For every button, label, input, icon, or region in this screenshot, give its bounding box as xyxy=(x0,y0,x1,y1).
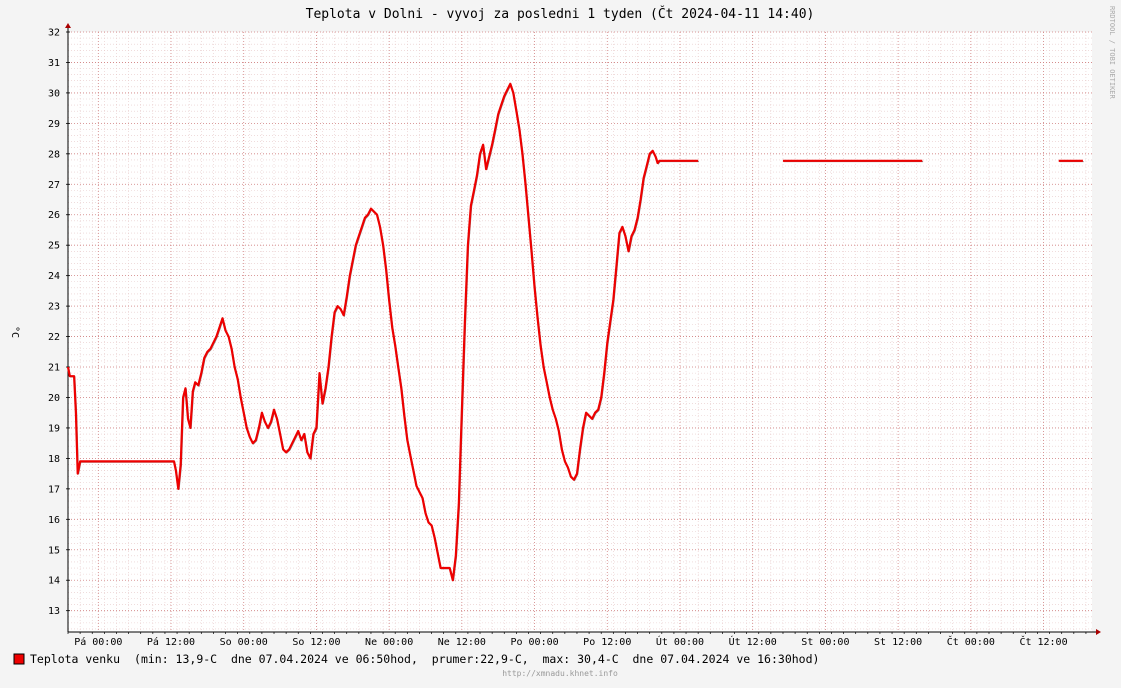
y-tick-label: 31 xyxy=(48,58,60,69)
y-tick-label: 29 xyxy=(48,119,60,130)
chart-title: Teplota v Dolni - vyvoj za posledni 1 ty… xyxy=(306,6,815,22)
y-tick-label: 32 xyxy=(48,28,60,39)
y-tick-label: 20 xyxy=(48,393,60,404)
y-tick-label: 27 xyxy=(48,180,60,191)
y-tick-label: 24 xyxy=(48,271,60,282)
x-tick-label: So 12:00 xyxy=(292,637,340,648)
x-tick-label: Po 00:00 xyxy=(510,637,558,648)
x-tick-label: Čt 00:00 xyxy=(947,635,995,648)
x-tick-label: So 00:00 xyxy=(220,637,268,648)
x-tick-label: Út 12:00 xyxy=(729,635,777,648)
y-tick-label: 15 xyxy=(48,545,60,556)
y-tick-label: 13 xyxy=(48,606,60,617)
x-tick-label: Ne 00:00 xyxy=(365,637,413,648)
x-tick-label: Po 12:00 xyxy=(583,637,631,648)
y-tick-label: 16 xyxy=(48,515,60,526)
y-tick-label: 19 xyxy=(48,423,60,434)
x-tick-label: Čt 12:00 xyxy=(1019,635,1067,648)
y-tick-label: 26 xyxy=(48,210,60,221)
y-tick-label: 25 xyxy=(48,241,60,252)
chart-svg: 13 14 15 16 17 18 19 20 21 22 23 24 25 26 27 28 29 30 31 32… xyxy=(0,0,1121,684)
x-tick-label: Pá 12:00 xyxy=(147,636,195,648)
y-axis-label: °C xyxy=(9,326,20,338)
legend-label: Teplota venku (min: 13,9-C dne 07.04.2024… xyxy=(30,652,819,666)
plot-area xyxy=(68,32,1092,632)
y-tick-label: 14 xyxy=(48,576,60,587)
x-tick-label: St 00:00 xyxy=(801,637,849,648)
y-tick-label: 23 xyxy=(48,302,60,313)
footer-url: http://xmnadu.khnet.info xyxy=(502,669,618,678)
y-tick-label: 22 xyxy=(48,332,60,343)
legend-series-name: Teplota venku xyxy=(30,652,120,666)
x-tick-label: Út 00:00 xyxy=(656,635,704,648)
y-tick-label: 30 xyxy=(48,88,60,99)
x-tick-label: Ne 12:00 xyxy=(438,637,486,648)
y-tick-label: 28 xyxy=(48,149,60,160)
y-tick-label: 21 xyxy=(48,363,60,374)
x-tick-label: Pá 00:00 xyxy=(74,636,122,648)
y-tick-label: 17 xyxy=(48,484,60,495)
temperature-chart: 13 14 15 16 17 18 19 20 21 22 23 24 25 26 27 28 29 30 31 32… xyxy=(0,0,1121,684)
legend-swatch xyxy=(13,653,25,665)
x-tick-label: St 12:00 xyxy=(874,637,922,648)
rrdtool-watermark: RRDTOOL / TOBI OETIKER xyxy=(1108,6,1116,100)
y-tick-label: 18 xyxy=(48,454,60,465)
legend-stats: (min: 13,9-C dne 07.04.2024 ve 06:50hod,… xyxy=(134,652,819,666)
